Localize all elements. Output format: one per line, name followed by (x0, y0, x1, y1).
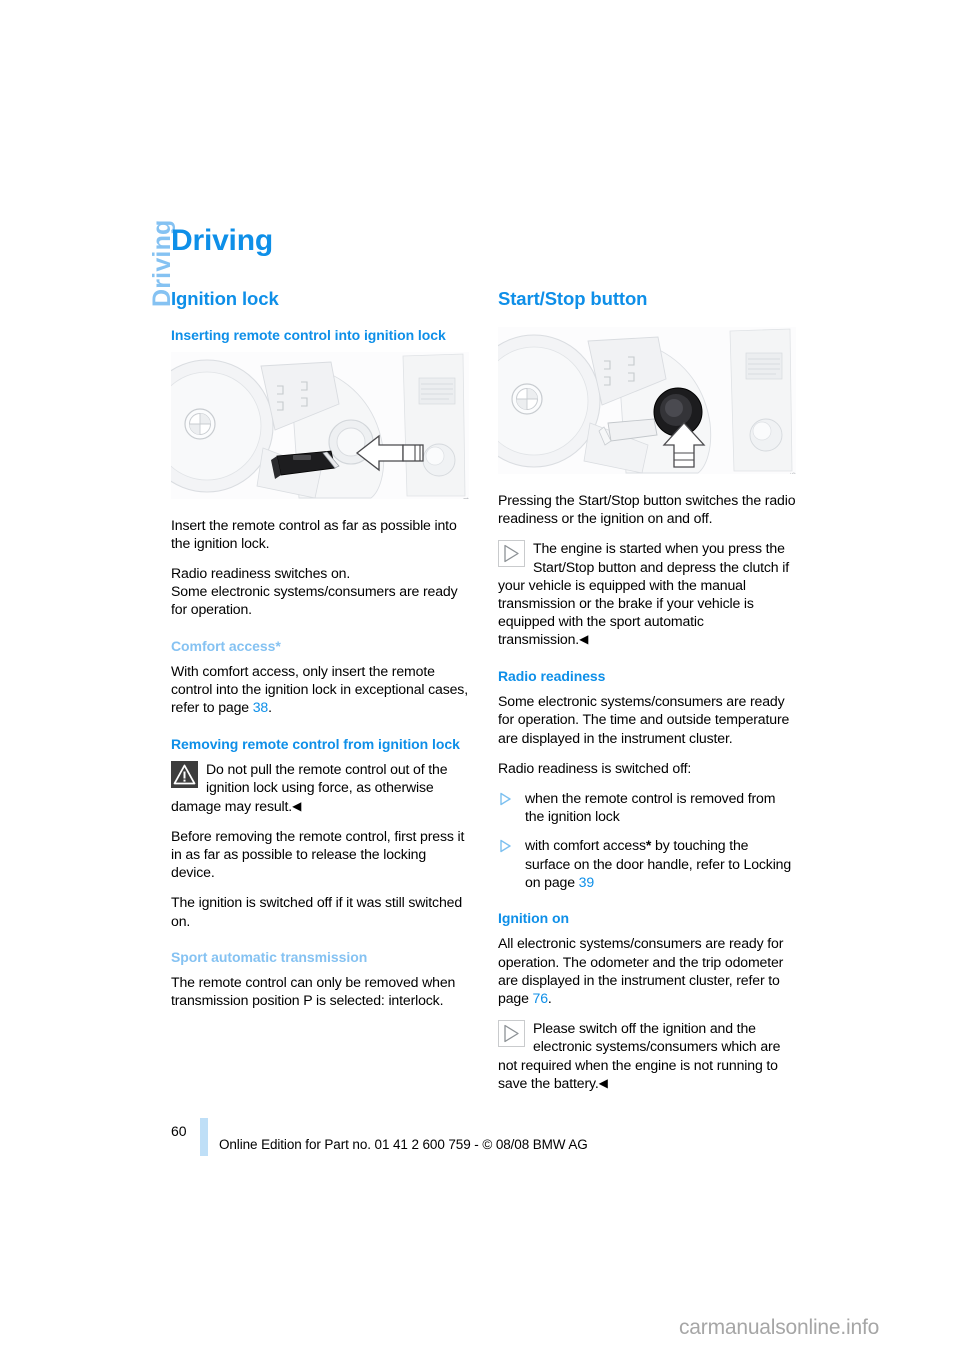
warning-notice-remote-removal: Do not pull the remote control out of th… (171, 760, 469, 815)
figure-start-stop-button: VKD0000155 (498, 327, 796, 474)
radio-readiness-line-1: Radio readiness switches on. (171, 564, 351, 581)
info-switch-off-end-mark: ◀ (598, 1075, 608, 1090)
page-reference-76[interactable]: 76 (533, 990, 549, 1006)
paragraph-ignition-switched-off: The ignition is switched off if it was s… (171, 894, 463, 929)
subheading-ignition-on: Ignition on (498, 909, 569, 926)
section-heading-ignition-lock: Ignition lock (171, 288, 279, 309)
paragraph-radio-readiness-desc: Some electronic systems/consumers are re… (498, 693, 790, 746)
page-reference-39[interactable]: 39 (579, 874, 595, 890)
info-switch-off-text: Please switch off the ignition and the e… (498, 1020, 781, 1091)
subheading-sport-automatic-transmission: Sport automatic transmission (171, 948, 368, 965)
bullet-triangle-icon (499, 792, 512, 810)
paragraph-comfort-access: With comfort access, only insert the rem… (171, 662, 469, 717)
footer-accent-bar (200, 1118, 208, 1156)
subheading-inserting-remote-control: Inserting remote control into ignition l… (171, 327, 446, 343)
figure-code-start-stop-button: VKD0000155 (791, 472, 796, 474)
figure-code-ignition-lock: VKD0000154 (464, 497, 469, 499)
start-stop-button-illustration (498, 327, 796, 474)
paragraph-radio-readiness-on: Radio readiness switches on. Some electr… (171, 564, 469, 619)
ignition-lock-illustration (171, 351, 469, 499)
paragraph-sport-automatic: The remote control can only be removed w… (171, 974, 456, 1009)
left-column: Ignition lock Inserting remote control i… (171, 288, 469, 1010)
comfort-access-text-post: . (268, 699, 272, 716)
paragraph-ignition-on-desc: All electronic systems/consumers are rea… (498, 934, 796, 1007)
comfort-access-text-pre: With comfort access, only insert the rem… (171, 663, 468, 716)
site-watermark: carmanualsonline.info (679, 1316, 880, 1339)
manual-page: Driving Driving Ignition lock Inserting … (0, 0, 960, 1358)
paragraph-pressing-start-stop: Pressing the Start/Stop button switches … (498, 492, 796, 527)
info-engine-start-end-mark: ◀ (579, 632, 589, 647)
subheading-comfort-access: Comfort access* (171, 637, 281, 654)
page-number: 60 (171, 1123, 187, 1139)
bullet-triangle-icon (499, 839, 512, 857)
page-footer: 60 Online Edition for Part no. 01 41 2 6… (171, 1118, 811, 1158)
bullet-text-comfort-access-pre: with comfort access (525, 837, 646, 854)
page-reference-38[interactable]: 38 (253, 699, 269, 715)
list-item: with comfort access* by touching the sur… (498, 836, 796, 891)
edition-notice: Online Edition for Part no. 01 41 2 600 … (219, 1137, 588, 1152)
info-engine-start-text: The engine is started when you press the… (498, 540, 790, 648)
subheading-removing-remote-control: Removing remote control from ignition lo… (171, 735, 460, 752)
page-title: Driving (171, 224, 273, 257)
ignition-on-text-post: . (547, 990, 552, 1007)
warning-text: Do not pull the remote control out of th… (171, 761, 448, 814)
list-item: when the remote control is removed from … (498, 789, 796, 825)
paragraph-radio-readiness-off-intro: Radio readiness is switched off: (498, 759, 692, 776)
right-column: Start/Stop button Pressing the Start/Sto… (498, 288, 796, 1104)
list-radio-readiness-off: when the remote control is removed from … (498, 789, 796, 891)
info-notice-engine-start: The engine is started when you press the… (498, 539, 796, 648)
info-notice-switch-off-ignition: Please switch off the ignition and the e… (498, 1019, 796, 1092)
warning-end-mark: ◀ (292, 798, 302, 813)
subheading-radio-readiness: Radio readiness (498, 667, 606, 684)
section-heading-start-stop-button: Start/Stop button (498, 288, 648, 309)
paragraph-before-removing: Before removing the remote control, firs… (171, 827, 465, 881)
warning-triangle-icon (171, 761, 198, 789)
paragraph-insert-remote: Insert the remote control as far as poss… (171, 516, 457, 551)
bullet-text-remote-removed: when the remote control is removed from … (525, 789, 776, 825)
info-triangle-icon (498, 540, 525, 568)
figure-ignition-lock: VKD0000154 (171, 351, 469, 499)
radio-readiness-line-2: Some electronic systems/consumers are re… (171, 583, 458, 618)
info-triangle-icon (498, 1020, 525, 1048)
